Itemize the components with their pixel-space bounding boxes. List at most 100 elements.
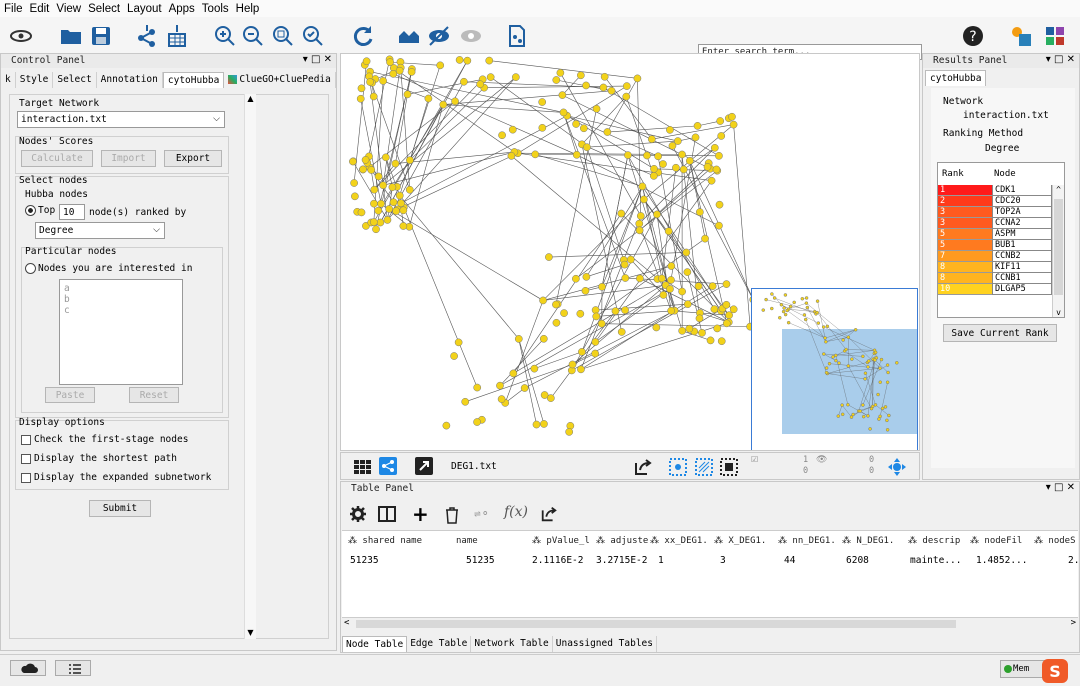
network-node[interactable]: [593, 105, 600, 112]
network-node[interactable]: [437, 62, 444, 69]
network-node[interactable]: [707, 337, 714, 344]
network-node[interactable]: [396, 67, 403, 74]
network-node[interactable]: [560, 309, 567, 316]
network-node[interactable]: [508, 152, 515, 159]
network-node[interactable]: [636, 227, 643, 234]
network-node[interactable]: [805, 302, 808, 305]
tab-network-table[interactable]: Network Table: [471, 636, 552, 652]
network-node[interactable]: [804, 318, 807, 321]
network-node[interactable]: [349, 158, 356, 165]
network-node[interactable]: [621, 261, 628, 268]
network-node[interactable]: [540, 420, 547, 427]
network-node[interactable]: [879, 367, 882, 370]
network-node[interactable]: [573, 151, 580, 158]
network-node[interactable]: [773, 297, 776, 300]
first-stage-checkbox[interactable]: Check the first-stage nodes: [21, 434, 188, 445]
link-icon[interactable]: ⇌⚬: [474, 507, 494, 521]
network-node[interactable]: [695, 283, 702, 290]
network-node[interactable]: [359, 166, 366, 173]
network-node[interactable]: [515, 335, 522, 342]
network-node[interactable]: [533, 421, 540, 428]
network-node[interactable]: [366, 78, 373, 85]
network-node[interactable]: [640, 196, 647, 203]
network-node[interactable]: [895, 361, 898, 364]
save-current-rank-button[interactable]: Save Current Rank: [943, 324, 1057, 342]
network-node[interactable]: [862, 415, 865, 418]
menu-help[interactable]: Help: [236, 3, 260, 15]
network-node[interactable]: [380, 182, 387, 189]
network-node[interactable]: [841, 404, 844, 407]
tab-node-table[interactable]: Node Table: [342, 636, 407, 652]
tab-k[interactable]: k: [1, 72, 16, 88]
network-node[interactable]: [698, 329, 705, 336]
column-header[interactable]: ⁂ N_DEG1.: [842, 532, 894, 550]
network-node[interactable]: [696, 315, 703, 322]
top-radio[interactable]: Top: [25, 205, 55, 216]
function-icon[interactable]: f(x): [504, 504, 528, 520]
network-node[interactable]: [569, 361, 576, 368]
column-header[interactable]: ⁂ descrip: [908, 532, 960, 550]
network-node[interactable]: [784, 313, 787, 316]
network-node[interactable]: [593, 313, 600, 320]
network-node[interactable]: [582, 82, 589, 89]
network-node[interactable]: [874, 403, 877, 406]
network-node[interactable]: [817, 322, 820, 325]
network-node[interactable]: [636, 220, 643, 227]
network-node[interactable]: [390, 199, 397, 206]
network-node[interactable]: [838, 362, 841, 365]
network-node[interactable]: [552, 301, 559, 308]
network-node[interactable]: [825, 371, 828, 374]
network-node[interactable]: [725, 312, 732, 319]
network-node[interactable]: [787, 321, 790, 324]
network-node[interactable]: [539, 124, 546, 131]
network-node[interactable]: [666, 126, 673, 133]
network-node[interactable]: [869, 427, 872, 430]
network-node[interactable]: [400, 207, 407, 214]
share-network-icon[interactable]: [379, 457, 397, 475]
grid-view-icon[interactable]: [353, 458, 373, 476]
top-count-input[interactable]: 10: [59, 204, 85, 220]
network-node[interactable]: [824, 340, 827, 343]
network-node[interactable]: [583, 273, 590, 280]
network-node[interactable]: [686, 325, 693, 332]
network-node[interactable]: [598, 320, 605, 327]
network-node[interactable]: [618, 210, 625, 217]
network-node[interactable]: [786, 309, 789, 312]
network-node[interactable]: [370, 93, 377, 100]
network-node[interactable]: [396, 192, 403, 199]
hidden-eye-icon[interactable]: 👁: [816, 455, 827, 465]
rank-table[interactable]: Rank Node 1CDK12CDC203TOP2A3CCNA25ASPM5B…: [937, 162, 1065, 318]
network-canvas[interactable]: [340, 53, 920, 451]
eye-logo-icon[interactable]: [8, 23, 34, 49]
scroll-up-icon[interactable]: ^: [1053, 185, 1064, 194]
select-edges-icon[interactable]: [695, 458, 713, 476]
network-node[interactable]: [696, 208, 703, 215]
rank-row[interactable]: 3CCNA2: [938, 218, 1052, 229]
network-node[interactable]: [440, 101, 447, 108]
network-node[interactable]: [351, 193, 358, 200]
task-list-button[interactable]: [55, 660, 91, 676]
network-node[interactable]: [659, 160, 666, 167]
menu-edit[interactable]: Edit: [30, 3, 50, 15]
network-node[interactable]: [765, 298, 768, 301]
network-node[interactable]: [425, 95, 432, 102]
network-node[interactable]: [384, 216, 391, 223]
network-node[interactable]: [885, 419, 888, 422]
scroll-thumb[interactable]: [356, 620, 956, 628]
network-node[interactable]: [828, 362, 831, 365]
network-node[interactable]: [637, 212, 644, 219]
network-node[interactable]: [608, 87, 615, 94]
network-node[interactable]: [532, 151, 539, 158]
network-node[interactable]: [667, 276, 674, 283]
scroll-down-icon[interactable]: ▼: [245, 628, 256, 637]
network-node[interactable]: [386, 59, 393, 66]
network-node[interactable]: [864, 372, 867, 375]
network-node[interactable]: [877, 393, 880, 396]
network-node[interactable]: [443, 422, 450, 429]
network-node[interactable]: [716, 201, 723, 208]
network-node[interactable]: [553, 76, 560, 83]
network-node[interactable]: [408, 68, 415, 75]
network-node[interactable]: [873, 359, 876, 362]
network-node[interactable]: [473, 418, 480, 425]
network-node[interactable]: [841, 413, 844, 416]
